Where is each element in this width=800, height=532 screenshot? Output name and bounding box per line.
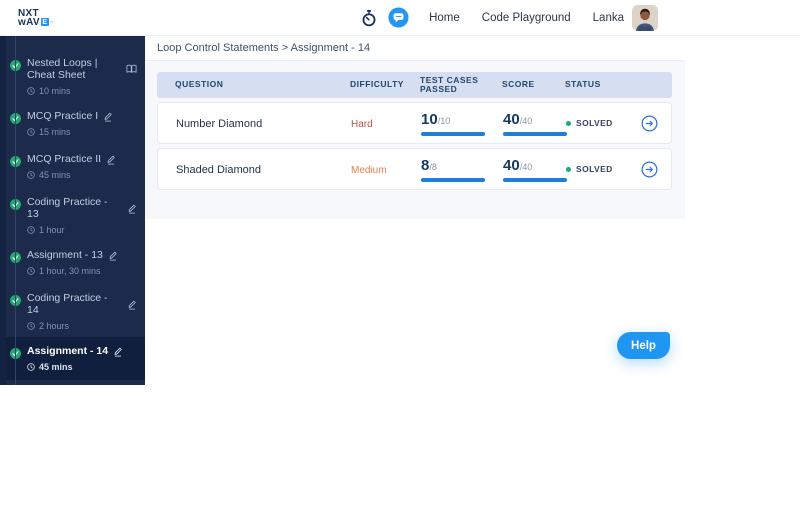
course-sidebar: Nested Loops | Cheat Sheet 10 mins MCQ P…	[0, 36, 145, 385]
sidebar-item-coding-practice-15[interactable]: Coding Practice - 15 45 mins	[0, 380, 145, 385]
test-cases-progress-bar	[421, 177, 485, 182]
test-cases-total: /8	[429, 161, 437, 172]
edit-icon	[127, 203, 137, 214]
sidebar-item-coding-practice-13[interactable]: Coding Practice - 13 1 hour	[0, 188, 145, 241]
edit-icon	[103, 111, 113, 122]
difficulty-label: Medium	[351, 165, 387, 176]
score-progress-bar	[503, 177, 567, 182]
nav-links: Home Code Playground	[429, 12, 571, 24]
clock-icon	[27, 322, 35, 330]
sidebar-item-duration: 45 mins	[39, 170, 71, 180]
status-dot-icon	[566, 120, 571, 126]
test-cases-passed: 10	[421, 110, 438, 128]
sidebar-item-assignment-14[interactable]: Assignment - 14 45 mins	[0, 337, 145, 380]
header-status: Status	[565, 79, 601, 90]
status-label: SOLVED	[576, 118, 613, 128]
logo-line2: wAV E ™	[18, 16, 55, 28]
stopwatch-icon[interactable]	[360, 9, 378, 27]
sidebar-item-duration: 2 hours	[39, 321, 70, 331]
sidebar-timeline	[15, 36, 16, 385]
nav-link-code-playground[interactable]: Code Playground	[482, 12, 571, 24]
edit-icon	[127, 299, 137, 310]
questions-table: Question Difficulty Test Cases Passed Sc…	[157, 72, 672, 190]
test-cases-cell: 8/8	[421, 157, 503, 182]
sidebar-item-duration: 1 hour, 30 mins	[39, 266, 101, 276]
main-content: Loop Control Statements > Assignment - 1…	[145, 36, 685, 219]
status-dot-icon	[566, 166, 571, 172]
score-total: /40	[519, 115, 533, 126]
chat-icon[interactable]	[388, 7, 409, 28]
sidebar-edge	[0, 36, 6, 385]
sidebar-item-mcq-practice-i[interactable]: MCQ Practice I 15 mins	[0, 102, 145, 145]
sidebar-item-label: Coding Practice - 13	[27, 196, 108, 220]
question-row: Shaded Diamond Medium 8/8 40/40 SOLVED	[157, 148, 672, 190]
sidebar-item-label: Coding Practice - 14	[27, 292, 108, 316]
user-menu[interactable]: Lanka	[592, 4, 658, 31]
sidebar-item-assignment-13[interactable]: Assignment - 13 1 hour, 30 mins	[0, 241, 145, 284]
table-header-row: Question Difficulty Test Cases Passed Sc…	[157, 72, 672, 98]
sidebar-items: Nested Loops | Cheat Sheet 10 mins MCQ P…	[0, 49, 145, 385]
clock-icon	[27, 226, 35, 234]
header-difficulty: Difficulty	[350, 79, 404, 90]
sidebar-item-duration: 10 mins	[39, 86, 71, 96]
table-body: Number Diamond Hard 10/10 40/40 SOLVED S…	[157, 102, 672, 190]
edit-icon	[113, 346, 123, 357]
sidebar-item-label: Nested Loops | Cheat Sheet	[27, 57, 98, 81]
avatar[interactable]	[632, 4, 658, 31]
clock-icon	[27, 128, 35, 136]
clock-icon	[27, 87, 35, 95]
sidebar-item-duration: 45 mins	[39, 362, 73, 372]
clock-icon	[27, 363, 35, 371]
edit-icon	[106, 154, 116, 165]
status-badge: SOLVED	[566, 118, 641, 128]
assignment-content: Question Difficulty Test Cases Passed Sc…	[145, 61, 685, 219]
help-button[interactable]: Help	[617, 332, 670, 359]
nxtwave-logo[interactable]: NXT wAV E ™	[18, 8, 55, 28]
header-question: Question	[175, 79, 224, 90]
open-question-arrow-icon[interactable]	[641, 161, 658, 178]
question-name: Number Diamond	[176, 118, 263, 130]
clock-icon	[27, 171, 35, 179]
status-badge: SOLVED	[566, 164, 641, 174]
edit-icon	[108, 250, 118, 261]
question-name: Shaded Diamond	[176, 164, 262, 176]
difficulty-label: Hard	[351, 119, 373, 130]
sidebar-item-coding-practice-14[interactable]: Coding Practice - 14 2 hours	[0, 284, 145, 337]
sidebar-item-label: Assignment - 13	[27, 249, 103, 261]
header-test-cases: Test Cases Passed	[420, 74, 479, 94]
book-icon	[126, 64, 137, 74]
sidebar-item-label: MCQ Practice I	[27, 110, 99, 122]
test-cases-cell: 10/10	[421, 111, 503, 136]
sidebar-item-mcq-practice-ii[interactable]: MCQ Practice II 45 mins	[0, 145, 145, 188]
sidebar-item-duration: 1 hour	[39, 225, 65, 235]
score-cell: 40/40	[503, 156, 567, 182]
sidebar-item-nested-loops-cheat-sheet[interactable]: Nested Loops | Cheat Sheet 10 mins	[0, 49, 145, 102]
breadcrumb-bar: Loop Control Statements > Assignment - 1…	[145, 36, 685, 61]
sidebar-item-label: Assignment - 14	[27, 345, 109, 357]
breadcrumb: Loop Control Statements > Assignment - 1…	[157, 42, 371, 54]
open-question-arrow-icon[interactable]	[641, 115, 658, 132]
question-row: Number Diamond Hard 10/10 40/40 SOLVED	[157, 102, 672, 144]
top-navbar: NXT wAV E ™ Home Code Playground Lanka	[0, 0, 800, 36]
test-cases-total: /10	[437, 115, 451, 126]
score-value: 40	[503, 110, 520, 128]
score-value: 40	[503, 156, 520, 174]
sidebar-item-label: MCQ Practice II	[27, 153, 102, 165]
status-label: SOLVED	[576, 164, 613, 174]
score-total: /40	[519, 161, 533, 172]
score-cell: 40/40	[503, 110, 567, 136]
user-name: Lanka	[592, 11, 624, 24]
score-progress-bar	[503, 131, 567, 136]
sidebar-item-duration: 15 mins	[39, 127, 71, 137]
clock-icon	[27, 267, 35, 275]
test-cases-progress-bar	[421, 131, 485, 136]
header-score: Score	[502, 79, 535, 90]
nav-link-home[interactable]: Home	[429, 12, 460, 24]
